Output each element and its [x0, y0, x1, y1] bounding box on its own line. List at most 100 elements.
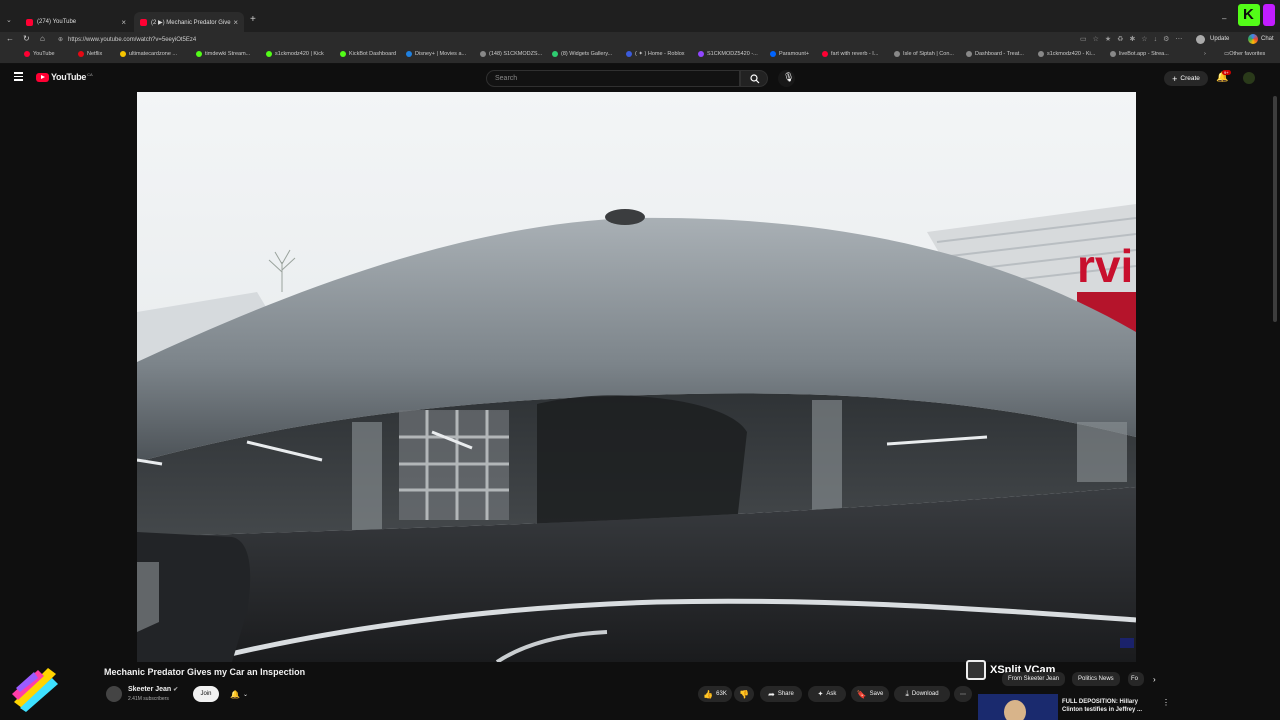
tab-current-video[interactable]: (2 ▶) Mechanic Predator Give ×	[134, 12, 244, 32]
streamer-overlay-logo-icon	[8, 662, 60, 714]
bell-icon: 🔔	[230, 689, 240, 699]
notifications-button[interactable]: 🔔 9+	[1216, 70, 1231, 84]
tab-list-chevron-icon[interactable]: ⌄	[6, 16, 12, 24]
address-bar[interactable]: ⊕ https://www.youtube.com/watch?v=5eeyiO…	[56, 34, 1096, 46]
new-tab-icon[interactable]: +	[250, 14, 256, 25]
kick-logo-icon: K	[1238, 4, 1260, 26]
toolbar-extension-icons[interactable]: ▭☆★♻✱☆↓⚙⋯	[1080, 35, 1188, 43]
chip-label: From Skeeter Jean	[1008, 676, 1060, 682]
bookmark-item[interactable]: ultimatecardzone ...	[120, 51, 177, 57]
bookmark-favicon-icon	[698, 51, 704, 57]
bookmark-label: Netflix	[87, 51, 103, 57]
tab-youtube-home[interactable]: (274) YouTube ×	[20, 12, 132, 32]
bookmarks-overflow-icon[interactable]: ›	[1204, 51, 1206, 57]
bookmark-favicon-icon	[480, 51, 486, 57]
bookmark-label: ( ✦ ) Home - Roblox	[635, 51, 685, 57]
voice-search-button[interactable]: 🎙	[778, 70, 795, 87]
home-icon[interactable]: ⌂	[40, 34, 45, 43]
bookmark-label: S1CKMODZ5420 -...	[707, 51, 758, 57]
create-button[interactable]: + Create	[1164, 71, 1208, 86]
account-avatar[interactable]	[1243, 72, 1255, 84]
refresh-icon[interactable]: ↻	[23, 34, 30, 43]
bookmark-item[interactable]: timdewki Stream...	[196, 51, 250, 57]
tab-label: (274) YouTube	[37, 19, 77, 25]
copilot-icon[interactable]	[1248, 34, 1258, 44]
bookmark-label: Disney+ | Movies a...	[415, 51, 467, 57]
site-info-icon[interactable]: ⊕	[58, 34, 63, 46]
share-button[interactable]: ➦ Share	[760, 686, 802, 702]
bookmark-item[interactable]: fart with reverb - I...	[822, 51, 878, 57]
bookmark-favicon-icon	[120, 51, 126, 57]
recommended-title-line: Clinton testifies in Jeffrey ...	[1062, 707, 1143, 713]
verified-icon: ✔	[173, 687, 179, 693]
youtube-logo[interactable]: YouTube CA	[36, 72, 93, 82]
search-button[interactable]	[740, 70, 768, 87]
subscribe-notification-button[interactable]: 🔔 ⌄	[224, 686, 254, 702]
thumbs-down-icon: 👎	[739, 689, 749, 699]
minimize-icon[interactable]: –	[1222, 14, 1226, 23]
chip-label: Fo	[1131, 676, 1139, 682]
like-button[interactable]: 👍 63K	[698, 686, 732, 702]
chevron-right-icon[interactable]: ›	[1153, 675, 1156, 684]
channel-avatar[interactable]	[106, 686, 122, 702]
bookmark-item[interactable]: Isle of Siptah | Con...	[894, 51, 954, 57]
back-icon[interactable]: ←	[6, 34, 14, 43]
recommended-more-icon[interactable]: ⋮	[1162, 698, 1170, 707]
menu-icon[interactable]	[14, 72, 23, 81]
join-button[interactable]: Join	[193, 686, 219, 702]
download-button[interactable]: ⤓ Download	[894, 686, 950, 702]
page-scrollbar[interactable]	[1273, 96, 1277, 322]
plus-icon: +	[1172, 73, 1178, 84]
more-actions-button[interactable]: ⋯	[954, 686, 972, 702]
bookmark-item[interactable]: s1ckmodz420 | Kick	[266, 51, 324, 57]
bookmark-item[interactable]: KickBot Dashboard	[340, 51, 396, 57]
chip-more[interactable]: Fo	[1128, 672, 1144, 686]
bookmark-label: timdewki Stream...	[205, 51, 251, 57]
search-icon	[750, 74, 760, 84]
search-placeholder: Search	[495, 75, 518, 82]
update-button[interactable]: Update	[1210, 36, 1229, 42]
bookmarks-bar: YouTube Netflix ultimatecardzone ... timdew…	[0, 48, 1280, 64]
bookmark-item[interactable]: YouTube	[24, 51, 55, 57]
bookmark-item[interactable]: S1CKMODZ5420 -...	[698, 51, 758, 57]
building-sign: rvi	[1077, 240, 1133, 292]
video-player[interactable]: rvi	[137, 92, 1136, 662]
more-icon: ⋯	[960, 691, 966, 698]
url-text: https://www.youtube.com/watch?v=5eeyiOt5…	[68, 37, 197, 43]
bookmark-item[interactable]: liveBot.app - Strea...	[1110, 51, 1169, 57]
other-favorites-folder[interactable]: ▭ Other favorites	[1224, 51, 1265, 57]
other-favorites-label: Other favorites	[1229, 51, 1266, 57]
bookmark-item[interactable]: ( ✦ ) Home - Roblox	[626, 51, 685, 57]
bookmark-item[interactable]: Dashboard - Treat...	[966, 51, 1024, 57]
ask-button[interactable]: ✦ Ask	[808, 686, 846, 702]
youtube-logo-text: YouTube	[51, 72, 87, 82]
bookmark-item[interactable]: (148) S1CKMODZS...	[480, 51, 542, 57]
recommended-title-line: FULL DEPOSITION: Hillary	[1062, 699, 1138, 705]
recommended-title[interactable]: FULL DEPOSITION: Hillary Clinton testifi…	[1062, 698, 1142, 714]
dislike-button[interactable]: 👎	[734, 686, 754, 702]
chip-from-channel[interactable]: From Skeeter Jean	[1002, 672, 1066, 686]
chat-button[interactable]: Chat	[1261, 36, 1274, 42]
bookmark-label: YouTube	[33, 51, 55, 57]
profile-avatar[interactable]	[1196, 35, 1205, 44]
bookmark-label: (148) S1CKMODZS...	[489, 51, 543, 57]
search-input[interactable]: Search	[486, 70, 740, 87]
recommended-thumbnail[interactable]	[978, 694, 1058, 720]
bookmark-item[interactable]: s1ckmodz420 - Ki...	[1038, 51, 1095, 57]
save-button[interactable]: 🔖 Save	[851, 686, 889, 702]
channel-name[interactable]: Skeeter Jean ✔	[128, 686, 178, 693]
chip-politics-news[interactable]: Politics News	[1072, 672, 1120, 686]
bookmark-favicon-icon	[196, 51, 202, 57]
create-label: Create	[1180, 75, 1200, 82]
close-tab-icon[interactable]: ×	[121, 18, 126, 27]
bookmark-item[interactable]: Disney+ | Movies a...	[406, 51, 466, 57]
like-count: 63K	[716, 691, 727, 697]
close-tab-icon[interactable]: ×	[233, 18, 238, 27]
bookmark-item[interactable]: (8) Widgets Gallery...	[552, 51, 612, 57]
bookmark-favicon-icon	[1038, 51, 1044, 57]
bookmark-item[interactable]: Netflix	[78, 51, 102, 57]
chevron-down-icon: ⌄	[242, 691, 248, 698]
bookmark-item[interactable]: Paramount+	[770, 51, 809, 57]
bookmark-label: ultimatecardzone ...	[129, 51, 177, 57]
share-label: Share	[777, 691, 794, 697]
